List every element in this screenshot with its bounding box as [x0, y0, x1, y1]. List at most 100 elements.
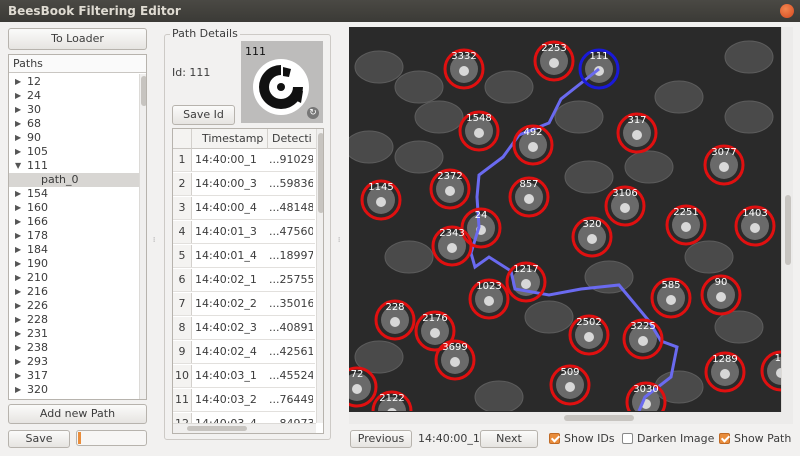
path-item-166[interactable]: ▶ 166: [9, 215, 143, 229]
table-row[interactable]: 1014:40:03_1 ...455246: [173, 365, 315, 388]
title-bar: BeesBook Filtering Editor: [0, 0, 800, 22]
row-number: 4: [173, 221, 192, 243]
collapsed-arrow-icon[interactable]: ▶: [15, 369, 21, 383]
collapsed-arrow-icon[interactable]: ▶: [15, 89, 21, 103]
path-item-226[interactable]: ▶ 226: [9, 299, 143, 313]
collapsed-arrow-icon[interactable]: ▶: [15, 131, 21, 145]
bee-tag: [720, 369, 730, 379]
bee-image[interactable]: 3332 2253 111 1548 317 492 3077 1145 2372 857 3106…: [349, 27, 781, 411]
splitter-handle-2[interactable]: ⁞: [338, 236, 342, 244]
viewer-hscrollbar[interactable]: [349, 412, 793, 424]
collapsed-arrow-icon[interactable]: ▶: [15, 145, 21, 159]
bee-id-label: 228: [385, 302, 404, 313]
path-item-105[interactable]: ▶ 105: [9, 145, 143, 159]
table-hscrollbar[interactable]: [173, 423, 316, 433]
paths-tree[interactable]: Paths ▶ 12 ▶ 24 ▶ 30 ▶ 68 ▶ 90 ▶ 105 ▼ 111 path_0 ▶ 154 ▶…: [8, 54, 147, 400]
show-path-checkbox[interactable]: [719, 433, 730, 444]
collapsed-arrow-icon[interactable]: ▶: [15, 341, 21, 355]
table-row[interactable]: 214:40:00_3 ...598363: [173, 173, 315, 196]
table-row[interactable]: 614:40:02_1 ...257552: [173, 269, 315, 292]
bee-tag: [638, 336, 648, 346]
collapsed-arrow-icon[interactable]: ▶: [15, 187, 21, 201]
collapsed-arrow-icon[interactable]: ▶: [15, 299, 21, 313]
table-row[interactable]: 514:40:01_4 ...189970: [173, 245, 315, 268]
column-header-timestamp[interactable]: Timestamp: [192, 129, 268, 149]
collapsed-arrow-icon[interactable]: ▶: [15, 229, 21, 243]
path-item-293[interactable]: ▶ 293: [9, 355, 143, 369]
save-button[interactable]: Save: [8, 430, 70, 448]
path-child-item[interactable]: path_0: [9, 173, 143, 187]
bee-id-label: 24: [475, 210, 488, 221]
path-item-228[interactable]: ▶ 228: [9, 313, 143, 327]
path-item-30[interactable]: ▶ 30: [9, 103, 143, 117]
row-timestamp: 14:40:00_3: [195, 177, 257, 190]
path-item-178[interactable]: ▶ 178: [9, 229, 143, 243]
table-hscroll-thumb[interactable]: [187, 426, 247, 431]
path-item-160[interactable]: ▶ 160: [9, 201, 143, 215]
path-item-320[interactable]: ▶ 320: [9, 383, 143, 397]
path-item-190[interactable]: ▶ 190: [9, 257, 143, 271]
table-row[interactable]: 414:40:01_3 ...475601: [173, 221, 315, 244]
collapsed-arrow-icon[interactable]: ▶: [15, 103, 21, 117]
rotate-icon[interactable]: ↻: [307, 107, 319, 119]
collapsed-arrow-icon[interactable]: ▶: [15, 201, 21, 215]
collapsed-arrow-icon[interactable]: ▶: [15, 117, 21, 131]
bee-id-label: 2343: [439, 228, 464, 239]
next-button[interactable]: Next: [480, 430, 538, 448]
collapsed-arrow-icon[interactable]: ▶: [15, 257, 21, 271]
paths-scrollbar-thumb[interactable]: [141, 76, 146, 106]
image-viewer[interactable]: 3332 2253 111 1548 317 492 3077 1145 2372 857 3106…: [349, 27, 793, 424]
table-vscrollbar[interactable]: [316, 129, 323, 423]
collapsed-arrow-icon[interactable]: ▶: [15, 243, 21, 257]
save-id-button[interactable]: Save Id: [172, 105, 235, 125]
path-item-68[interactable]: ▶ 68: [9, 117, 143, 131]
collapsed-arrow-icon[interactable]: ▶: [15, 75, 21, 89]
bee-tag: [524, 194, 534, 204]
detections-table[interactable]: Timestamp Detecti 114:40:00_1...91029621…: [172, 128, 324, 434]
row-detection: ...764493: [269, 393, 313, 406]
path-item-154[interactable]: ▶ 154: [9, 187, 143, 201]
path-item-12[interactable]: ▶ 12: [9, 75, 143, 89]
path-item-184[interactable]: ▶ 184: [9, 243, 143, 257]
path-item-238[interactable]: ▶ 238: [9, 341, 143, 355]
collapsed-arrow-icon[interactable]: ▶: [15, 383, 21, 397]
collapsed-arrow-icon[interactable]: ▶: [15, 215, 21, 229]
table-row[interactable]: 714:40:02_2 ...350168: [173, 293, 315, 316]
column-header-detection[interactable]: Detecti: [268, 129, 318, 149]
collapsed-arrow-icon[interactable]: ▶: [15, 313, 21, 327]
bee-tag: [450, 357, 460, 367]
row-detection: ...910296: [269, 153, 313, 166]
close-icon[interactable]: [780, 4, 794, 18]
table-row[interactable]: 114:40:00_1 ...910296: [173, 149, 315, 172]
collapsed-arrow-icon[interactable]: ▶: [15, 285, 21, 299]
collapsed-arrow-icon[interactable]: ▶: [15, 355, 21, 369]
paths-scrollbar[interactable]: [139, 74, 146, 399]
row-detection: ...350168: [269, 297, 313, 310]
expanded-arrow-icon[interactable]: ▼: [15, 159, 21, 173]
path-item-label: 12: [27, 75, 41, 88]
table-row[interactable]: 814:40:02_3 ...408911: [173, 317, 315, 340]
table-row[interactable]: 1114:40:03_2 ...764493: [173, 389, 315, 412]
table-vscroll-thumb[interactable]: [318, 133, 323, 213]
path-item-317[interactable]: ▶ 317: [9, 369, 143, 383]
table-row[interactable]: 914:40:02_4 ...425615: [173, 341, 315, 364]
collapsed-arrow-icon[interactable]: ▶: [15, 327, 21, 341]
show-ids-checkbox[interactable]: [549, 433, 560, 444]
bee-tag: [430, 328, 440, 338]
path-item-216[interactable]: ▶ 216: [9, 285, 143, 299]
viewer-vscroll-thumb[interactable]: [785, 195, 791, 265]
splitter-handle[interactable]: ⁞: [153, 236, 157, 244]
path-item-231[interactable]: ▶ 231: [9, 327, 143, 341]
add-new-path-button[interactable]: Add new Path: [8, 404, 147, 424]
to-loader-button[interactable]: To Loader: [8, 28, 147, 50]
previous-button[interactable]: Previous: [350, 430, 412, 448]
path-item-111[interactable]: ▼ 111: [9, 159, 143, 173]
viewer-vscrollbar[interactable]: [781, 27, 793, 412]
path-item-90[interactable]: ▶ 90: [9, 131, 143, 145]
path-item-24[interactable]: ▶ 24: [9, 89, 143, 103]
path-item-210[interactable]: ▶ 210: [9, 271, 143, 285]
table-row[interactable]: 314:40:00_4 ...481489: [173, 197, 315, 220]
viewer-hscroll-thumb[interactable]: [564, 415, 634, 421]
collapsed-arrow-icon[interactable]: ▶: [15, 271, 21, 285]
darken-image-checkbox[interactable]: [622, 433, 633, 444]
